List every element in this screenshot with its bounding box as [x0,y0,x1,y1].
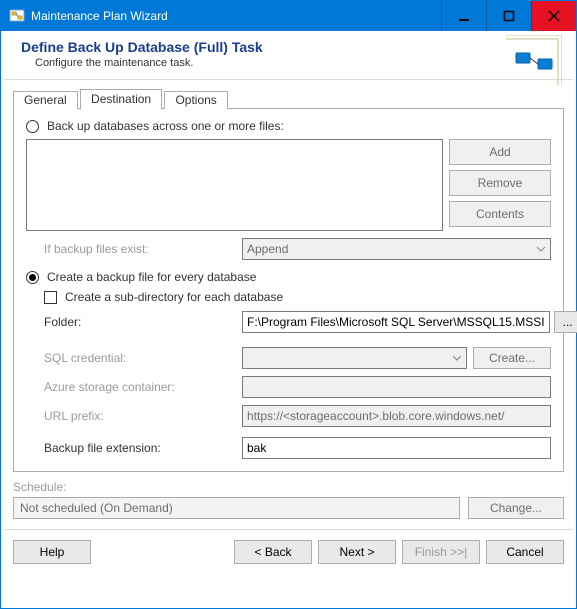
next-button[interactable]: Next > [318,540,396,564]
header-decor-icon [506,35,562,85]
schedule-display: Not scheduled (On Demand) [13,497,460,519]
url-prefix-label: URL prefix: [44,409,242,423]
maximize-icon [503,10,515,22]
if-exist-dropdown[interactable]: Append [242,238,551,260]
schedule-value: Not scheduled (On Demand) [20,501,173,515]
tab-strip: General Destination Options [13,88,564,109]
ellipsis-icon: ... [563,315,573,329]
url-prefix-value: https://<storageaccount>.blob.core.windo… [247,409,505,423]
tab-general[interactable]: General [13,91,78,109]
cancel-button[interactable]: Cancel [486,540,564,564]
radio-every-database[interactable] [26,271,39,284]
extension-input[interactable]: bak [242,437,551,459]
wizard-body: General Destination Options Back up data… [1,80,576,519]
extension-label: Backup file extension: [44,441,242,455]
maximize-button[interactable] [486,1,531,31]
subdirectory-label: Create a sub-directory for each database [65,290,283,304]
url-prefix-input[interactable]: https://<storageaccount>.blob.core.windo… [242,405,551,427]
window-title: Maintenance Plan Wizard [31,9,168,23]
minimize-button[interactable] [441,1,486,31]
extension-value: bak [247,441,266,455]
browse-folder-button[interactable]: ... [554,311,577,333]
minimize-icon [458,10,470,22]
sql-credential-dropdown[interactable] [242,347,467,369]
wizard-header: Define Back Up Database (Full) Task Conf… [1,31,576,79]
add-file-button[interactable]: Add [449,139,551,165]
tab-options[interactable]: Options [164,91,227,109]
tab-panel-destination: Back up databases across one or more fil… [13,109,564,472]
sql-credential-label: SQL credential: [44,351,242,365]
back-button[interactable]: < Back [234,540,312,564]
folder-value: F:\Program Files\Microsoft SQL Server\MS… [247,315,545,329]
subdir-row[interactable]: Create a sub-directory for each database [26,290,551,304]
titlebar: Maintenance Plan Wizard [1,1,576,31]
azure-container-input[interactable] [242,376,551,398]
radio-multiple-files[interactable] [26,120,39,133]
if-exist-value: Append [247,242,288,256]
finish-button[interactable]: Finish >>| [402,540,480,564]
file-buttons-group: Add Remove Contents [449,139,551,227]
change-schedule-button[interactable]: Change... [468,497,564,519]
help-button[interactable]: Help [13,540,91,564]
folder-label: Folder: [44,315,242,329]
close-button[interactable] [531,1,576,31]
chevron-down-icon [536,243,546,255]
schedule-label: Schedule: [13,480,564,494]
if-exist-label: If backup files exist: [26,242,242,256]
backup-files-listbox[interactable] [26,139,443,231]
contents-button[interactable]: Contents [449,201,551,227]
radio-every-database-label: Create a backup file for every database [47,270,256,284]
wizard-footer: Help < Back Next > Finish >>| Cancel [1,530,576,564]
radio-multiple-files-label: Back up databases across one or more fil… [47,119,284,133]
remove-file-button[interactable]: Remove [449,170,551,196]
close-icon [548,10,560,22]
subdirectory-checkbox[interactable] [44,291,57,304]
create-credential-button[interactable]: Create... [473,347,551,369]
wizard-window: Maintenance Plan Wizard Define Back Up D… [0,0,577,609]
page-title: Define Back Up Database (Full) Task [21,39,562,55]
radio-row-files[interactable]: Back up databases across one or more fil… [26,119,551,133]
folder-input[interactable]: F:\Program Files\Microsoft SQL Server\MS… [242,311,550,333]
chevron-down-icon [452,352,462,364]
app-icon [9,8,25,24]
page-subtitle: Configure the maintenance task. [35,57,562,69]
tab-destination[interactable]: Destination [80,89,162,110]
schedule-section: Schedule: Not scheduled (On Demand) Chan… [13,480,564,519]
radio-row-every[interactable]: Create a backup file for every database [26,270,551,284]
azure-container-label: Azure storage container: [44,380,242,394]
